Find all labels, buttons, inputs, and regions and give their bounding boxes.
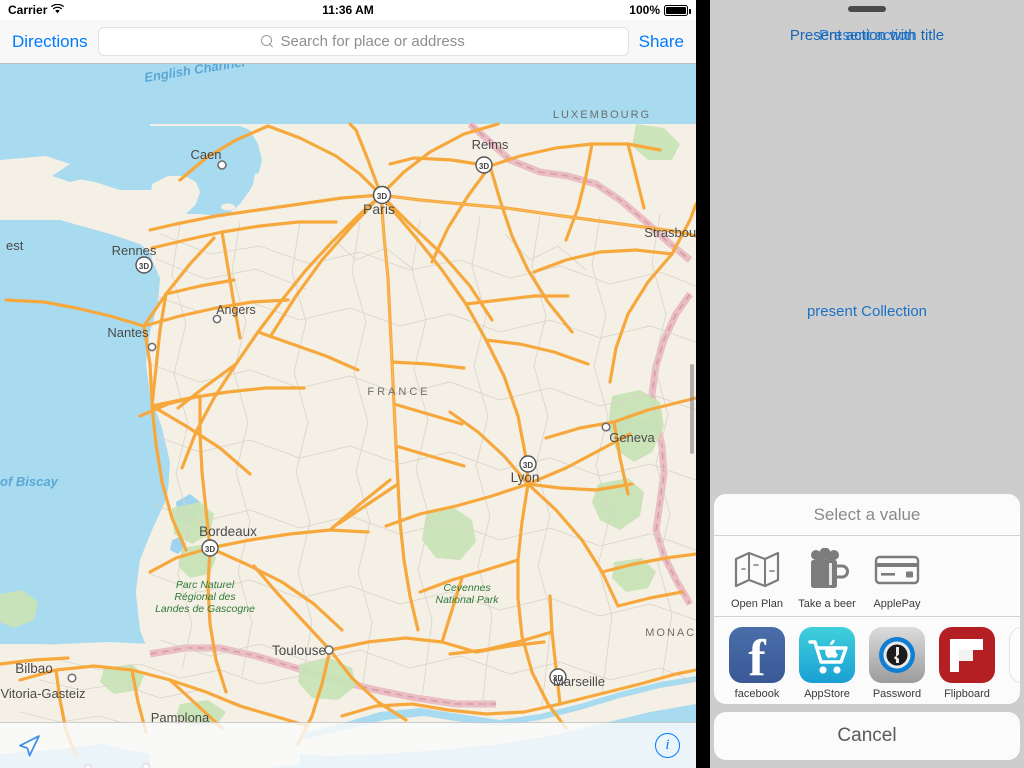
map-city-label: Vitoria-Gasteiz <box>0 686 85 701</box>
info-circle-icon[interactable]: i <box>655 733 680 758</box>
badge-3d-label: 3D <box>479 162 489 171</box>
app-label: Flipboard <box>944 688 990 700</box>
map-city-label: Rennes <box>112 243 157 258</box>
onepassword-icon <box>869 627 925 683</box>
badge-3d-label: 3D <box>523 461 533 470</box>
map-fold-icon <box>731 546 783 592</box>
badge-3d-label: 3D <box>377 192 387 201</box>
action-item-take-a-beer[interactable]: Take a beer <box>792 546 862 610</box>
location-arrow-icon[interactable] <box>16 733 42 759</box>
window-divider <box>696 0 710 768</box>
maps-navigation-bar: Directions Search for place or address S… <box>0 20 696 64</box>
action-sheet-actions-row: Open Plan Take a beer ApplePay <box>714 536 1020 617</box>
status-bar-clock: 11:36 AM <box>322 3 374 17</box>
map-city-label: Caen <box>190 147 221 162</box>
map-country-label: LUXEMBOURG <box>553 109 651 121</box>
facebook-icon: f <box>729 627 785 683</box>
cancel-button[interactable]: Cancel <box>714 712 1020 760</box>
map-park-label: Régional des <box>174 591 236 603</box>
map-scroll-indicator[interactable] <box>690 364 694 454</box>
search-input[interactable]: Search for place or address <box>97 27 629 56</box>
map-park-label: Landes de Gascogne <box>155 603 255 615</box>
map-city-label: Lyon <box>511 470 540 485</box>
share-button[interactable]: Share <box>639 32 684 52</box>
map-city-label: Paris <box>363 201 395 217</box>
maps-bottom-toolbar: i <box>0 722 696 768</box>
action-sheet-title: Select a value <box>714 494 1020 536</box>
action-label: ApplePay <box>873 598 921 610</box>
map-water-label: of Biscay <box>0 474 59 489</box>
battery-percent-label: 100% <box>629 3 660 17</box>
action-sheet: Select a value Open Plan Take a beer App… <box>714 494 1020 760</box>
badge-3d-label: 3D <box>139 262 149 271</box>
action-label: Open Plan <box>731 598 783 610</box>
beer-mug-icon <box>801 546 853 592</box>
map-park-label: Parc Naturel <box>176 579 235 591</box>
badge-3d-label: 3D <box>205 545 215 554</box>
gmail-icon <box>1009 627 1020 683</box>
map-city-label: Strasbourg <box>644 225 696 240</box>
map-park-label: National Park <box>435 594 499 606</box>
badge-3d: 3D <box>475 156 493 174</box>
app-label: facebook <box>734 688 780 700</box>
overlapping-title-group: Present action Present action with title <box>710 25 1024 47</box>
app-item-password[interactable]: Password <box>862 627 932 700</box>
map-canvas[interactable]: English Channel of Biscay LUXEMBOURG FRA… <box>0 64 696 768</box>
map-country-label: MONACO <box>645 627 696 639</box>
battery-full-icon <box>664 4 691 16</box>
directions-button[interactable]: Directions <box>12 32 88 52</box>
status-bar: Carrier 11:36 AM 100% <box>0 0 696 20</box>
app-label: AppStore <box>804 688 850 700</box>
presenting-panel: Present action Present action with title… <box>710 0 1024 768</box>
action-label: Take a beer <box>798 598 856 610</box>
app-item-facebook[interactable]: f facebook <box>722 627 792 700</box>
search-icon <box>261 35 274 48</box>
map-city-label: Geneva <box>609 430 655 445</box>
action-item-applepay[interactable]: ApplePay <box>862 546 932 610</box>
flipboard-icon <box>939 627 995 683</box>
drag-handle[interactable] <box>848 6 886 12</box>
map-city-label: Marseille <box>553 674 605 689</box>
search-placeholder-label: Search for place or address <box>280 33 465 50</box>
present-action-with-title-label[interactable]: Present action with title <box>710 25 1024 47</box>
credit-card-icon <box>871 546 923 592</box>
map-city-label: Bordeaux <box>199 524 257 539</box>
app-item-appstore[interactable]: AppStore <box>792 627 862 700</box>
map-city-label: Bilbao <box>15 661 53 676</box>
maps-application: Carrier 11:36 AM 100% Directions Search … <box>0 0 696 768</box>
map-city-label: Angers <box>216 303 256 317</box>
badge-3d: 3D <box>135 256 153 274</box>
present-collection-button[interactable]: present Collection <box>710 303 1024 320</box>
action-sheet-apps-row[interactable]: f facebook AppStore Password Flipboard <box>714 617 1020 704</box>
screen-root: Carrier 11:36 AM 100% Directions Search … <box>0 0 1024 768</box>
map-country-label: FRANCE <box>367 386 430 398</box>
appstore-icon <box>799 627 855 683</box>
map-city-label: est <box>6 238 24 253</box>
app-item-flipboard[interactable]: Flipboard <box>932 627 1002 700</box>
map-city-label: Nantes <box>107 325 149 340</box>
action-item-open-plan[interactable]: Open Plan <box>722 546 792 610</box>
map-city-label: Reims <box>472 137 509 152</box>
action-sheet-card: Select a value Open Plan Take a beer App… <box>714 494 1020 704</box>
badge-3d: 3D <box>201 539 219 557</box>
status-bar-right: 100% <box>629 3 691 17</box>
map-city-label: Toulouse <box>272 643 326 658</box>
map-park-label: Cevennes <box>443 582 491 594</box>
app-label: Password <box>872 688 922 700</box>
map-vector: English Channel of Biscay LUXEMBOURG FRA… <box>0 64 696 768</box>
app-item-gmail[interactable]: G <box>1002 627 1020 700</box>
